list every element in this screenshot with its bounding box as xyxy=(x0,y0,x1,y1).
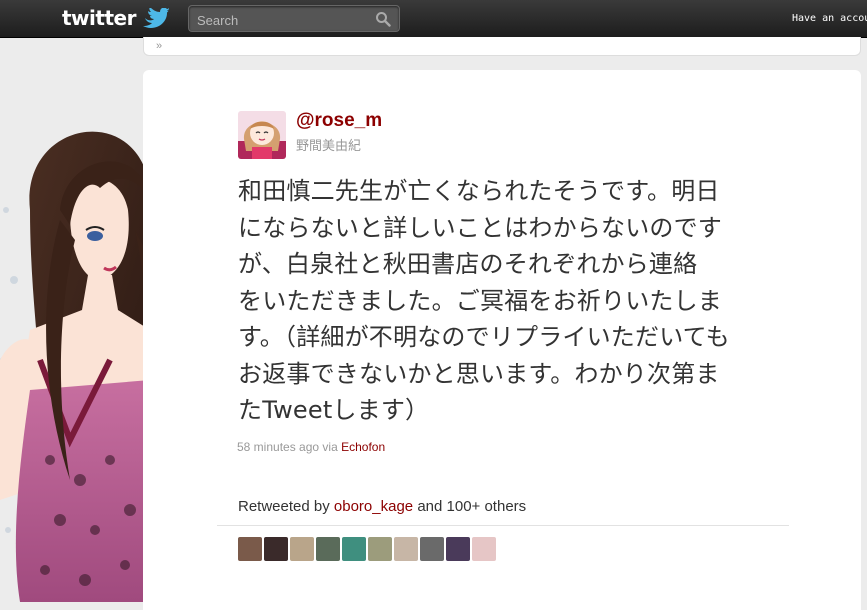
tweet-meta: 58 minutes ago via Echofon xyxy=(237,440,385,454)
have-an-account-link[interactable]: Have an accou xyxy=(792,13,867,24)
user-avatar[interactable] xyxy=(238,111,286,159)
retweeted-by: Retweeted by oboro_kage and 100+ others xyxy=(238,498,526,515)
search-icon[interactable] xyxy=(375,11,391,27)
previous-panel: » xyxy=(143,37,861,56)
retweeter-avatar[interactable] xyxy=(394,537,418,561)
chevron-right-icon: » xyxy=(156,40,163,52)
twitter-logo[interactable]: twitter xyxy=(62,6,136,30)
tweet-panel: @rose_m 野間美由紀 和田慎二先生が亡くなられたそうです。明日 にならない… xyxy=(143,70,861,610)
retweeter-avatar[interactable] xyxy=(342,537,366,561)
retweeter-link[interactable]: oboro_kage xyxy=(334,498,413,515)
retweeter-avatar[interactable] xyxy=(316,537,340,561)
tweet-text-line: す。（詳細が不明なのでリプライいただいても xyxy=(238,323,730,351)
retweeter-avatar[interactable] xyxy=(264,537,288,561)
retweeted-suffix: and 100+ others xyxy=(417,498,527,515)
divider xyxy=(217,525,789,526)
twitter-bird-icon xyxy=(143,8,169,28)
tweet-timestamp[interactable]: 58 minutes ago xyxy=(237,440,319,454)
search-box[interactable] xyxy=(188,5,400,32)
tweet-text-line: にならないと詳しいことはわからないのです xyxy=(238,213,722,242)
retweeter-avatar[interactable] xyxy=(446,537,470,561)
retweeter-avatar[interactable] xyxy=(472,537,496,561)
tweet-text-line: 和田慎二先生が亡くなられたそうです。明日 xyxy=(238,177,720,205)
retweeter-avatar[interactable] xyxy=(238,537,262,561)
retweeter-avatar[interactable] xyxy=(368,537,392,561)
tweet-text-line: が、白泉社と秋田書店のそれぞれから連絡 xyxy=(238,250,698,278)
retweeted-prefix: Retweeted by xyxy=(238,498,330,515)
retweeter-avatar[interactable] xyxy=(420,537,444,561)
tweet-text-line: をいただきました。ご冥福をお祈りいたしま xyxy=(238,286,722,315)
tweet-username[interactable]: @rose_m xyxy=(296,110,382,132)
background-illustration xyxy=(0,60,150,602)
via-label: via xyxy=(322,440,338,454)
via-app-link[interactable]: Echofon xyxy=(341,440,385,454)
tweet-text-line: お返事できないかと思います。わかり次第ま xyxy=(238,359,720,388)
tweet-real-name: 野間美由紀 xyxy=(296,139,362,154)
tweet-text-line: たTweetします） xyxy=(238,396,430,424)
tweet-text: 和田慎二先生が亡くなられたそうです。明日 にならないと詳しいことはわからないので… xyxy=(238,173,778,429)
retweeter-avatar[interactable] xyxy=(290,537,314,561)
search-input[interactable] xyxy=(195,9,369,31)
top-bar: twitter Have an accou xyxy=(0,0,867,38)
